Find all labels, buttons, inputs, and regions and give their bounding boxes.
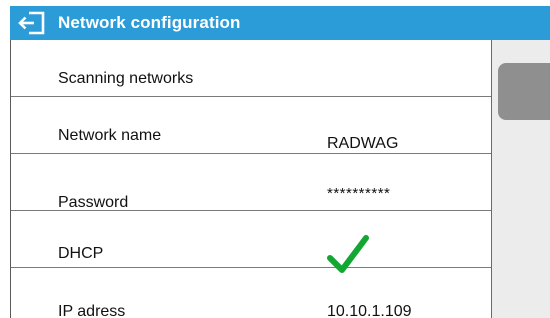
ip-address-label: IP adress: [58, 303, 126, 318]
password-label: Password: [58, 194, 129, 211]
scanning-networks-label: Scanning networks: [58, 70, 194, 87]
scanning-networks-row[interactable]: Scanning networks: [11, 40, 492, 97]
ip-address-value: 10.10.1.109: [327, 303, 412, 318]
settings-list: Scanning networks Network name RADWAG Pa…: [11, 40, 492, 318]
header-bar: Network configuration: [10, 6, 550, 40]
scrollbar-thumb[interactable]: [498, 63, 550, 120]
dhcp-row[interactable]: DHCP: [11, 211, 492, 273]
network-name-row[interactable]: Network name RADWAG: [11, 97, 492, 154]
ip-address-row[interactable]: IP adress 10.10.1.109: [11, 268, 492, 318]
password-row[interactable]: Password **********: [11, 154, 492, 211]
page-title: Network configuration: [58, 13, 241, 32]
network-name-label: Network name: [58, 127, 162, 144]
network-configuration-screen: Network configuration Scanning networks …: [0, 0, 550, 318]
network-name-value: RADWAG: [327, 135, 399, 152]
back-button[interactable]: [10, 6, 54, 40]
exit-arrow-icon: [18, 11, 45, 35]
password-value: **********: [327, 185, 391, 202]
dhcp-label: DHCP: [58, 245, 104, 262]
